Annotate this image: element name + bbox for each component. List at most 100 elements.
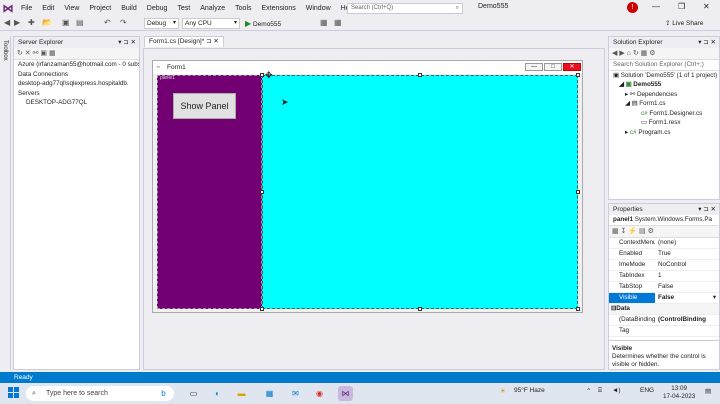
tree-item-database[interactable]: desktop-adg77ql\sqlexpress.hospitaldb. [14, 79, 139, 89]
new-item-icon[interactable]: ✚ [28, 18, 35, 27]
property-row[interactable]: TabIndex 1 [609, 271, 719, 282]
properties-toolbar[interactable]: ▦ ↧ ⚡ ▤ ⚙ [609, 225, 719, 238]
menu-analyze[interactable]: Analyze [195, 5, 230, 12]
property-value[interactable] [655, 326, 719, 336]
property-row[interactable]: TabStop False [609, 282, 719, 293]
tree-item-form1-designer[interactable]: c# Form1.Designer.cs [609, 109, 719, 119]
tree-item-form1[interactable]: ◢ ▤ Form1.cs [609, 99, 719, 109]
menu-tools[interactable]: Tools [230, 5, 256, 12]
tree-item-dependencies[interactable]: ▸ ⚯ Dependencies [609, 90, 719, 100]
menu-edit[interactable]: Edit [37, 5, 59, 12]
property-value[interactable]: 1 [655, 271, 719, 281]
resize-handle[interactable] [576, 73, 580, 77]
property-value[interactable]: False [655, 282, 719, 292]
toolbar-icon-1[interactable]: ▦ [320, 18, 328, 27]
pin-icon[interactable]: ⊐ [206, 38, 211, 45]
task-view-icon[interactable]: ▭ [186, 386, 201, 401]
tree-item-servers[interactable]: Servers [14, 89, 139, 99]
show-panel-button[interactable]: Show Panel [173, 93, 236, 119]
forward-icon[interactable]: ▶ [14, 18, 20, 27]
panel-buttons[interactable]: ▾ ⊐ ✕ [698, 204, 716, 215]
edge-icon[interactable]: ◐ [210, 386, 225, 401]
open-folder-icon[interactable]: 📂 [42, 18, 52, 27]
platform-dropdown[interactable]: Any CPU ▾ [182, 18, 240, 29]
resize-handle[interactable] [260, 307, 264, 311]
windows-start-icon[interactable] [8, 387, 20, 399]
move-handle-icon[interactable]: ✥ [265, 70, 273, 81]
property-section-data[interactable]: ⊟ Data [609, 303, 719, 315]
menu-view[interactable]: View [59, 5, 84, 12]
property-value[interactable]: NoControl [655, 260, 719, 270]
back-icon[interactable]: ◀ [4, 18, 10, 27]
menu-test[interactable]: Test [172, 5, 195, 12]
bing-icon[interactable]: b [156, 386, 171, 401]
save-icon[interactable]: ▣ [62, 18, 70, 27]
language-indicator[interactable]: ENG [640, 387, 654, 394]
close-button[interactable]: ✕ [703, 2, 710, 11]
property-row[interactable]: Tag [609, 326, 719, 337]
notification-alert-icon[interactable]: ! [627, 2, 638, 13]
tree-item-form1-resx[interactable]: ▭ Form1.resx [609, 118, 719, 128]
live-share-button[interactable]: ⇪ Live Share [665, 19, 703, 27]
expand-chevron-icon[interactable]: ◢ [619, 81, 626, 88]
resize-handle[interactable] [576, 190, 580, 194]
restore-button[interactable]: ❐ [678, 2, 685, 11]
tray-expand-icon[interactable]: ⌃ [586, 387, 591, 395]
file-explorer-icon[interactable]: ▬ [234, 386, 249, 401]
chrome-icon[interactable]: ◉ [312, 386, 327, 401]
property-value[interactable]: (none) [655, 238, 719, 248]
property-row[interactable]: ContextMenuS (none) [609, 238, 719, 249]
tree-item-azure[interactable]: Azure (irfanzaman55@hotmail.com - 0 subs [14, 60, 139, 70]
global-search-input[interactable]: Search (Ctrl+Q) ⌕ [347, 3, 463, 14]
visual-studio-taskbar-icon[interactable]: ⋈ [338, 386, 353, 401]
start-debugging-button[interactable]: ▶ Demo555 [245, 18, 281, 30]
tree-item-solution[interactable]: ▣ Solution 'Demo555' (1 of 1 project) [609, 71, 719, 81]
resize-handle[interactable] [418, 73, 422, 77]
undo-icon[interactable]: ↶ [104, 18, 111, 27]
property-value[interactable]: (ControlBinding [655, 315, 719, 325]
property-row[interactable]: (DataBindings) (ControlBinding [609, 315, 719, 326]
toolbar-icon-2[interactable]: ▦ [334, 18, 342, 27]
resize-handle[interactable] [418, 307, 422, 311]
property-value[interactable]: False [655, 293, 713, 303]
resize-handle[interactable] [260, 190, 264, 194]
resize-handle[interactable] [576, 307, 580, 311]
menu-extensions[interactable]: Extensions [257, 5, 301, 12]
menu-debug[interactable]: Debug [142, 5, 173, 12]
object-selector[interactable]: panel1 System.Windows.Forms.Pa [609, 215, 719, 226]
tree-item-desktop[interactable]: DESKTOP-ADG77QL [14, 98, 139, 108]
toolbox-tab[interactable]: Toolbox [0, 36, 11, 370]
solution-explorer-toolbar[interactable]: ◀ ▶ ⌂ ↻ ▦ ⚙ [609, 48, 719, 60]
property-row[interactable]: Enabled True [609, 249, 719, 260]
volume-icon[interactable]: ◄) [612, 387, 621, 394]
notifications-icon[interactable]: ▤ [705, 387, 711, 395]
menu-build[interactable]: Build [116, 5, 142, 12]
chevron-down-icon[interactable]: ▾ [713, 293, 719, 303]
weather-text[interactable]: 95°F Haze [514, 387, 545, 394]
network-icon[interactable]: ⌸ [598, 387, 602, 395]
menu-window[interactable]: Window [301, 5, 336, 12]
close-tab-icon[interactable]: ✕ [213, 38, 218, 45]
menu-project[interactable]: Project [84, 5, 116, 12]
mail-icon[interactable]: ✉ [288, 386, 303, 401]
tree-item-program[interactable]: ▸ c# Program.cs [609, 128, 719, 138]
server-explorer-toolbar[interactable]: ↻ ✕ ⚯ ▣ ▦ [14, 48, 139, 60]
tab-form1-design[interactable]: Form1.cs [Design]* ⊐ ✕ [144, 36, 224, 47]
tree-item-project[interactable]: ◢ ▣ Demo555 [609, 80, 719, 90]
solution-search-input[interactable]: Search Solution Explorer (Ctrl+;) [609, 60, 719, 71]
taskbar-search-input[interactable]: ⌕ Type here to search [26, 386, 174, 401]
property-value[interactable]: True [655, 249, 719, 259]
clock[interactable]: 13:09 17-04-2023 [663, 385, 695, 401]
selected-panel-area[interactable] [262, 75, 578, 309]
minimize-button[interactable]: — [652, 2, 660, 11]
tree-item-data-connections[interactable]: Data Connections [14, 70, 139, 80]
menu-file[interactable]: File [16, 5, 37, 12]
resize-handle[interactable] [260, 73, 264, 77]
configuration-dropdown[interactable]: Debug ▾ [144, 18, 179, 29]
store-icon[interactable]: ▦ [262, 386, 277, 401]
property-row-visible[interactable]: Visible False ▾ [609, 292, 719, 304]
expand-icon[interactable]: ⊟ [609, 304, 616, 314]
expand-chevron-icon[interactable]: ◢ [625, 100, 632, 107]
panel-buttons[interactable]: ▾ ⊐ ✕ [118, 37, 136, 48]
panel-buttons[interactable]: ▾ ⊐ ✕ [698, 37, 716, 48]
